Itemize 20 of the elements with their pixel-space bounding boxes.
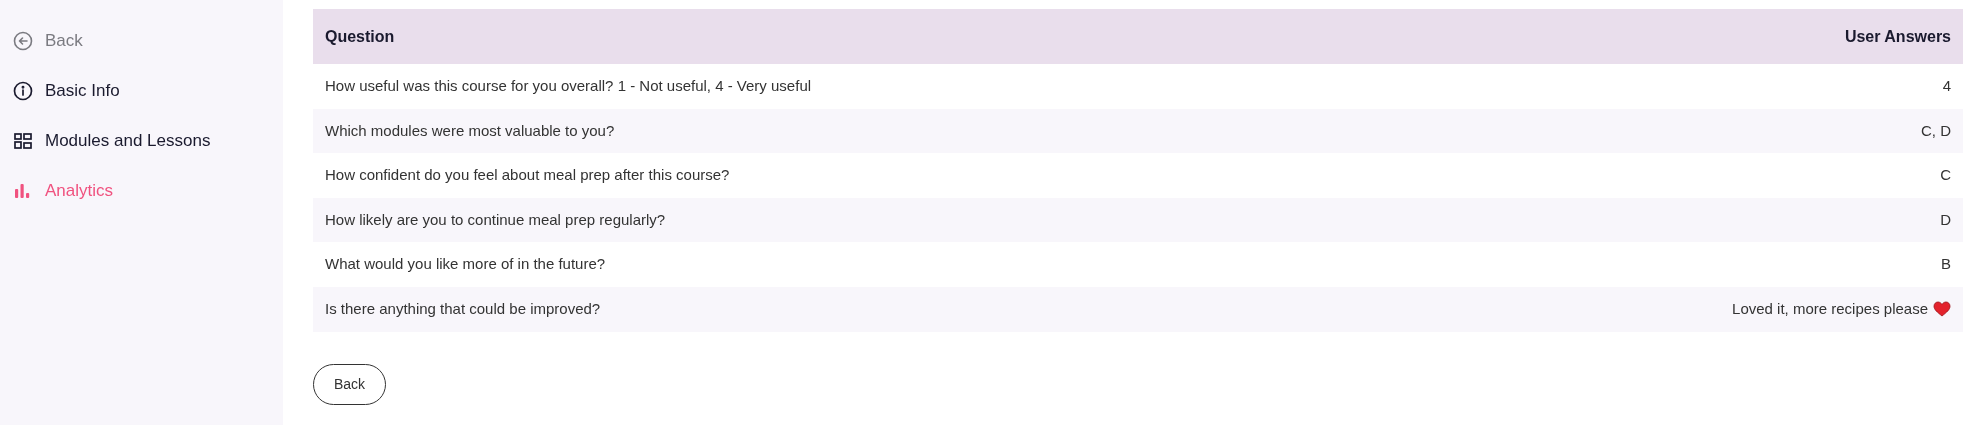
column-header: User Answers [1844, 26, 1951, 47]
sidebar-item[interactable]: Modules and Lessons [12, 124, 283, 158]
answer-cell-text: D [1940, 209, 1951, 230]
question-cell-text: What would you like more of in the future? [325, 254, 606, 275]
question-cell-text: How likely are you to continue meal prep regularly? [325, 209, 666, 230]
column-header: Question [325, 26, 395, 47]
question-cell-text: How useful was this course for you overall? 1 - Not useful, 4 - Very useful [325, 76, 812, 97]
info-icon [13, 81, 33, 101]
back-button[interactable]: Back [313, 363, 386, 405]
question-cell-text: How confident do you feel about meal prep after this course? [325, 165, 730, 186]
sidebar-item[interactable]: Back [12, 24, 283, 58]
answer-cell-text: C, D [1921, 120, 1951, 141]
question-cell-text: Which modules were most valuable to you? [325, 120, 615, 141]
answer-cell-text: 4 [1942, 76, 1951, 97]
sidebar-item[interactable]: Basic Info [12, 74, 283, 108]
answer-cell-text: C [1940, 165, 1951, 186]
grid-icon [13, 131, 33, 151]
answer-cell-text: B [1941, 254, 1951, 275]
answer-cell-text: Loved it, more recipes please [1732, 299, 1928, 319]
question-cell-text: Is there anything that could be improved? [325, 299, 601, 319]
